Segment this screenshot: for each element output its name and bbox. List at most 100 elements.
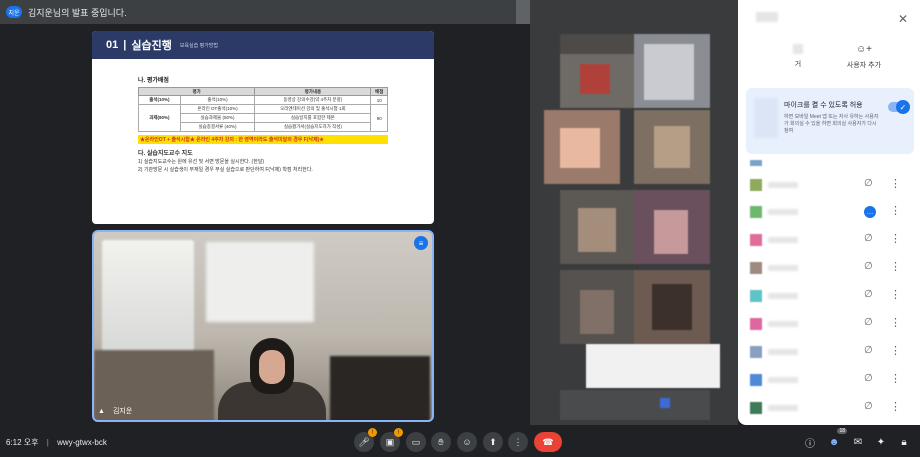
participant-tile[interactable] [560, 34, 636, 108]
activities-button[interactable]: ✦ [873, 434, 889, 450]
slide-body: 나. 평가배점 평가 평가내용 배점 출석(10%) 출석(10%) 동영상 강… [137, 75, 388, 174]
captions-icon: ▭ [411, 436, 421, 447]
mic-permission-toggle[interactable] [888, 100, 910, 114]
table-header: 배점 [370, 87, 388, 96]
avatar [750, 206, 762, 218]
present-button[interactable]: ⬆ [483, 432, 503, 452]
mic-permission-card: 마이크를 켤 수 있도록 허용 하면 모바일 Meet 앱 또는 자사 유하는 … [746, 88, 914, 154]
more-options-icon[interactable]: ⋮ [890, 177, 901, 190]
leave-call-button[interactable]: ☎︎ [534, 432, 562, 452]
mic-permission-title: 마이크를 켤 수 있도록 허용 [784, 102, 863, 109]
more-options-icon[interactable]: ⋮ [890, 344, 901, 357]
participant-name [768, 182, 798, 188]
people-icon: ☻ [828, 436, 840, 448]
hand-icon: ✋︎ [438, 436, 444, 447]
more-options-icon[interactable]: ⋮ [890, 232, 901, 245]
more-options-icon[interactable]: ⋮ [890, 316, 901, 329]
participant-row[interactable]: … ⋮ [738, 199, 920, 225]
avatar [750, 234, 762, 246]
mic-off-icon: ∅ [864, 178, 873, 189]
microphone-button[interactable]: 🎤︎! [354, 428, 377, 452]
table-header: 평가 [137, 87, 256, 96]
meeting-details-button[interactable]: ⓘ [802, 434, 818, 450]
participant-tile[interactable] [560, 190, 636, 264]
mic-permission-desc: 하면 모바일 Meet 앱 또는 자사 유하는 사용자가 회의실 수 있을 하면… [784, 114, 879, 134]
avatar [750, 262, 762, 274]
participant-tile[interactable] [634, 34, 710, 108]
mic-off-icon: ∅ [864, 345, 873, 356]
avatar [750, 318, 762, 330]
background-piano [330, 356, 430, 420]
table-cell: 동영상 강의수강(약 4주차 분량) [254, 95, 372, 105]
participant-row[interactable]: ∅ ⋮ [738, 367, 920, 393]
speaking-indicator-icon: ≡ [414, 236, 428, 250]
participant-row[interactable]: ∅ ⋮ [738, 339, 920, 365]
slide-subtitle: 보육실습 평가방법 [179, 42, 219, 49]
camera-button[interactable]: ▣! [380, 428, 403, 452]
more-options-button[interactable]: ⋮ [508, 432, 528, 452]
speaking-indicator-icon: … [864, 206, 876, 218]
more-options-icon[interactable]: ⋮ [890, 260, 901, 273]
more-options-icon[interactable]: ⋮ [890, 372, 901, 385]
participant-name [768, 265, 798, 271]
mic-off-icon: ∅ [864, 233, 873, 244]
meeting-meta: 6:12 오후 | wwy-gtwx-bck [6, 437, 107, 448]
panel-left-action-label: 거 [794, 61, 802, 68]
presenter-video[interactable]: ≡ ▲ 김지운 [92, 230, 434, 422]
evaluation-table: 평가 평가내용 배점 출석(10%) 출석(10%) 동영상 강의수강(약 4주… [137, 87, 388, 132]
guide-line: 1) 실습지도교수는 원에 유선 및 서면 방문을 실시한다. (한달) [138, 159, 265, 165]
people-panel: ✕ 거 ☺+ 사용자 추가 마이크를 켤 수 있도록 허용 하면 모바일 Mee… [738, 0, 920, 425]
add-user-button[interactable]: ☺+ 사용자 추가 [834, 44, 894, 70]
participant-tile[interactable] [634, 190, 710, 264]
bottom-control-bar: 6:12 오후 | wwy-gtwx-bck 🎤︎! ▣! ▭ ✋︎ ☺ ⬆ ⋮… [0, 425, 920, 457]
avatar [750, 402, 762, 414]
presenter-avatar: 지운 [6, 6, 22, 18]
participant-name [768, 321, 798, 327]
warning-icon: ! [368, 428, 377, 437]
participant-row[interactable]: ∅ ⋮ [738, 227, 920, 253]
participant-tile[interactable] [586, 344, 720, 388]
host-controls-button[interactable]: 🔒︎ [896, 434, 912, 450]
avatar [750, 374, 762, 386]
participant-count-badge: 18 [837, 428, 847, 434]
people-button[interactable]: ☻ 18 [826, 428, 847, 450]
table-cell: 과제(90%) [138, 104, 181, 132]
slide-header: 01 | 실습진행 보육실습 평가방법 [92, 31, 434, 59]
participant-tile[interactable] [560, 390, 710, 420]
participant-row[interactable]: ∅ ⋮ [738, 395, 920, 421]
emoji-icon: ☺ [462, 437, 472, 447]
more-options-icon[interactable]: ⋮ [890, 204, 901, 217]
pin-icon[interactable] [516, 0, 530, 24]
participant-name [768, 209, 798, 215]
more-options-icon[interactable]: ⋮ [890, 400, 901, 413]
section-eval-title: 나. 평가배점 [138, 78, 169, 84]
emoji-button[interactable]: ☺ [457, 432, 477, 452]
mic-off-icon: ∅ [864, 317, 873, 328]
table-cell: 출석(10%) [179, 95, 256, 105]
panel-title [756, 12, 778, 22]
slide-title: 실습진행 [131, 40, 172, 52]
raise-hand-button[interactable]: ✋︎ [431, 432, 451, 452]
add-user-icon: ☺+ [855, 44, 873, 55]
participant-row[interactable]: ∅ ⋮ [738, 255, 920, 281]
panel-left-action[interactable]: 거 [768, 44, 828, 69]
more-options-icon[interactable]: ⋮ [890, 288, 901, 301]
end-call-icon: ☎︎ [542, 436, 554, 447]
participant-tile[interactable] [634, 270, 710, 344]
participant-tile-grid [530, 0, 738, 425]
participant-tile[interactable] [634, 110, 710, 184]
pin-icon[interactable]: ▲ [98, 408, 105, 415]
guide-line: 2) 기관방문 시 실습생이 부재일 경우 부실 실습으로 판단하여 F(낙제)… [138, 167, 313, 173]
chat-button[interactable]: ✉ [850, 434, 866, 450]
captions-button[interactable]: ▭ [406, 432, 426, 452]
presenter-face [259, 350, 285, 384]
video-name-tag: ▲ 김지운 [98, 406, 132, 416]
participant-row[interactable]: ∅ ⋮ [738, 311, 920, 337]
participant-row[interactable]: ∅ ⋮ [738, 283, 920, 309]
close-icon[interactable]: ✕ [898, 12, 908, 26]
mic-off-icon: ∅ [864, 261, 873, 272]
participant-tile[interactable] [544, 110, 620, 184]
participant-tile[interactable] [560, 270, 636, 344]
participant-row[interactable]: ∅ ⋮ [738, 172, 920, 198]
table-cell: 실습종결서류 (40%) [179, 122, 256, 132]
